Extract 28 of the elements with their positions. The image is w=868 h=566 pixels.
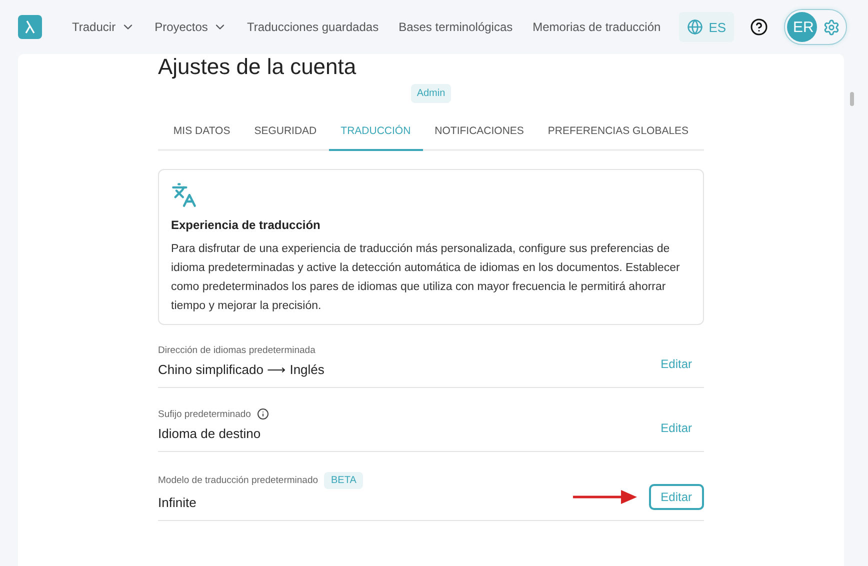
role-badge: Admin [410, 84, 452, 103]
globe-icon [686, 19, 703, 35]
beta-badge: BETA [324, 472, 364, 489]
info-icon[interactable] [256, 408, 269, 420]
tab[interactable]: NOTIFICACIONES [422, 125, 536, 151]
nav-item[interactable]: Bases terminológicas [388, 20, 523, 34]
settings-icon[interactable] [823, 18, 840, 36]
nav-item[interactable]: Traducciones guardadas [236, 20, 389, 34]
translate-icon [171, 182, 197, 208]
nav-item[interactable]: Memorias de traducción [522, 20, 671, 34]
setting-label: Sufijo predeterminado [158, 408, 251, 420]
nav-item[interactable]: Traducir [62, 20, 145, 34]
info-title: Experiencia de traducción [171, 218, 322, 232]
setting-label: Modelo de traducción predeterminado [158, 475, 318, 486]
arrow-icon [572, 490, 637, 504]
tab[interactable]: MIS DATOS [161, 125, 242, 151]
logo-icon[interactable] [18, 15, 42, 39]
tab[interactable]: PREFERENCIAS GLOBALES [536, 125, 701, 151]
help-icon[interactable] [750, 18, 768, 36]
tab[interactable]: SEGURIDAD [242, 125, 329, 151]
setting-value: Infinite [158, 495, 198, 510]
nav-item[interactable]: Proyectos [144, 20, 237, 34]
setting-value: Chino simplificado ⟶ Inglés [158, 362, 324, 377]
setting-label: Dirección de idiomas predeterminada [158, 345, 316, 356]
info-text: Para disfrutar de una experiencia de traducción más personalizada, configure sus preferencias de idioma predeterminadas y active la detección automática de idiomas en los documentos. Establecer como predeterminados los pares de idiomas que utiliza con mayor frecuencia le permitirá ahorrar tiempo y mejorar la precisión. [171, 242, 681, 314]
page-title: Ajustes de la cuenta [158, 54, 356, 80]
setting-value: Idioma de destino [158, 426, 262, 441]
scrollbar-thumb[interactable] [850, 92, 854, 106]
